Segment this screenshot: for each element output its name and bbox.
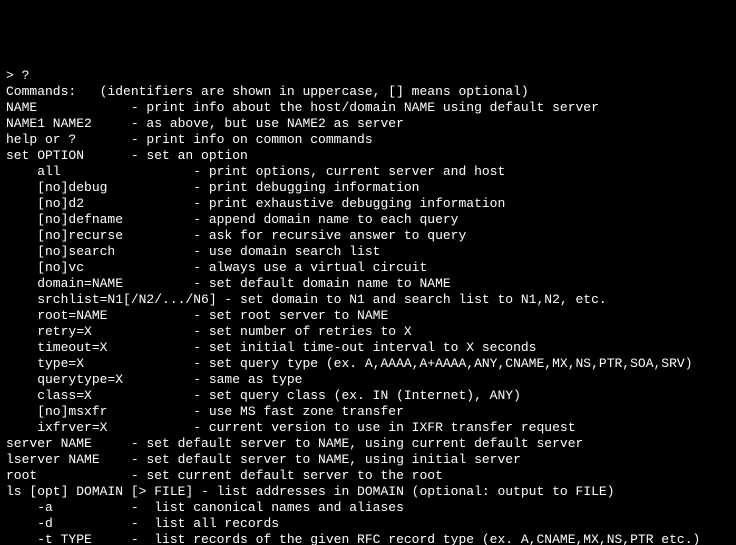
terminal-line: [no]debug - print debugging information xyxy=(6,180,730,196)
terminal-line: retry=X - set number of retries to X xyxy=(6,324,730,340)
terminal-line: server NAME - set default server to NAME… xyxy=(6,436,730,452)
terminal-line: ixfrver=X - current version to use in IX… xyxy=(6,420,730,436)
terminal-line: [no]vc - always use a virtual circuit xyxy=(6,260,730,276)
terminal-line: -t TYPE - list records of the given RFC … xyxy=(6,532,730,545)
terminal-line: set OPTION - set an option xyxy=(6,148,730,164)
terminal-line: NAME - print info about the host/domain … xyxy=(6,100,730,116)
terminal-line: timeout=X - set initial time-out interva… xyxy=(6,340,730,356)
terminal-line: querytype=X - same as type xyxy=(6,372,730,388)
terminal-line: NAME1 NAME2 - as above, but use NAME2 as… xyxy=(6,116,730,132)
terminal-line: -d - list all records xyxy=(6,516,730,532)
terminal-line: class=X - set query class (ex. IN (Inter… xyxy=(6,388,730,404)
terminal-line: [no]recurse - ask for recursive answer t… xyxy=(6,228,730,244)
terminal-output[interactable]: > ?Commands: (identifiers are shown in u… xyxy=(0,64,736,545)
terminal-line: Commands: (identifiers are shown in uppe… xyxy=(6,84,730,100)
terminal-line: -a - list canonical names and aliases xyxy=(6,500,730,516)
terminal-line: root=NAME - set root server to NAME xyxy=(6,308,730,324)
terminal-line: help or ? - print info on common command… xyxy=(6,132,730,148)
terminal-line: [no]defname - append domain name to each… xyxy=(6,212,730,228)
terminal-line: > ? xyxy=(6,68,730,84)
terminal-line: [no]d2 - print exhaustive debugging info… xyxy=(6,196,730,212)
terminal-line: lserver NAME - set default server to NAM… xyxy=(6,452,730,468)
terminal-line: ls [opt] DOMAIN [> FILE] - list addresse… xyxy=(6,484,730,500)
terminal-line: type=X - set query type (ex. A,AAAA,A+AA… xyxy=(6,356,730,372)
terminal-line: all - print options, current server and … xyxy=(6,164,730,180)
terminal-line: srchlist=N1[/N2/.../N6] - set domain to … xyxy=(6,292,730,308)
terminal-line: [no]msxfr - use MS fast zone transfer xyxy=(6,404,730,420)
terminal-line: domain=NAME - set default domain name to… xyxy=(6,276,730,292)
terminal-line: [no]search - use domain search list xyxy=(6,244,730,260)
terminal-line: root - set current default server to the… xyxy=(6,468,730,484)
